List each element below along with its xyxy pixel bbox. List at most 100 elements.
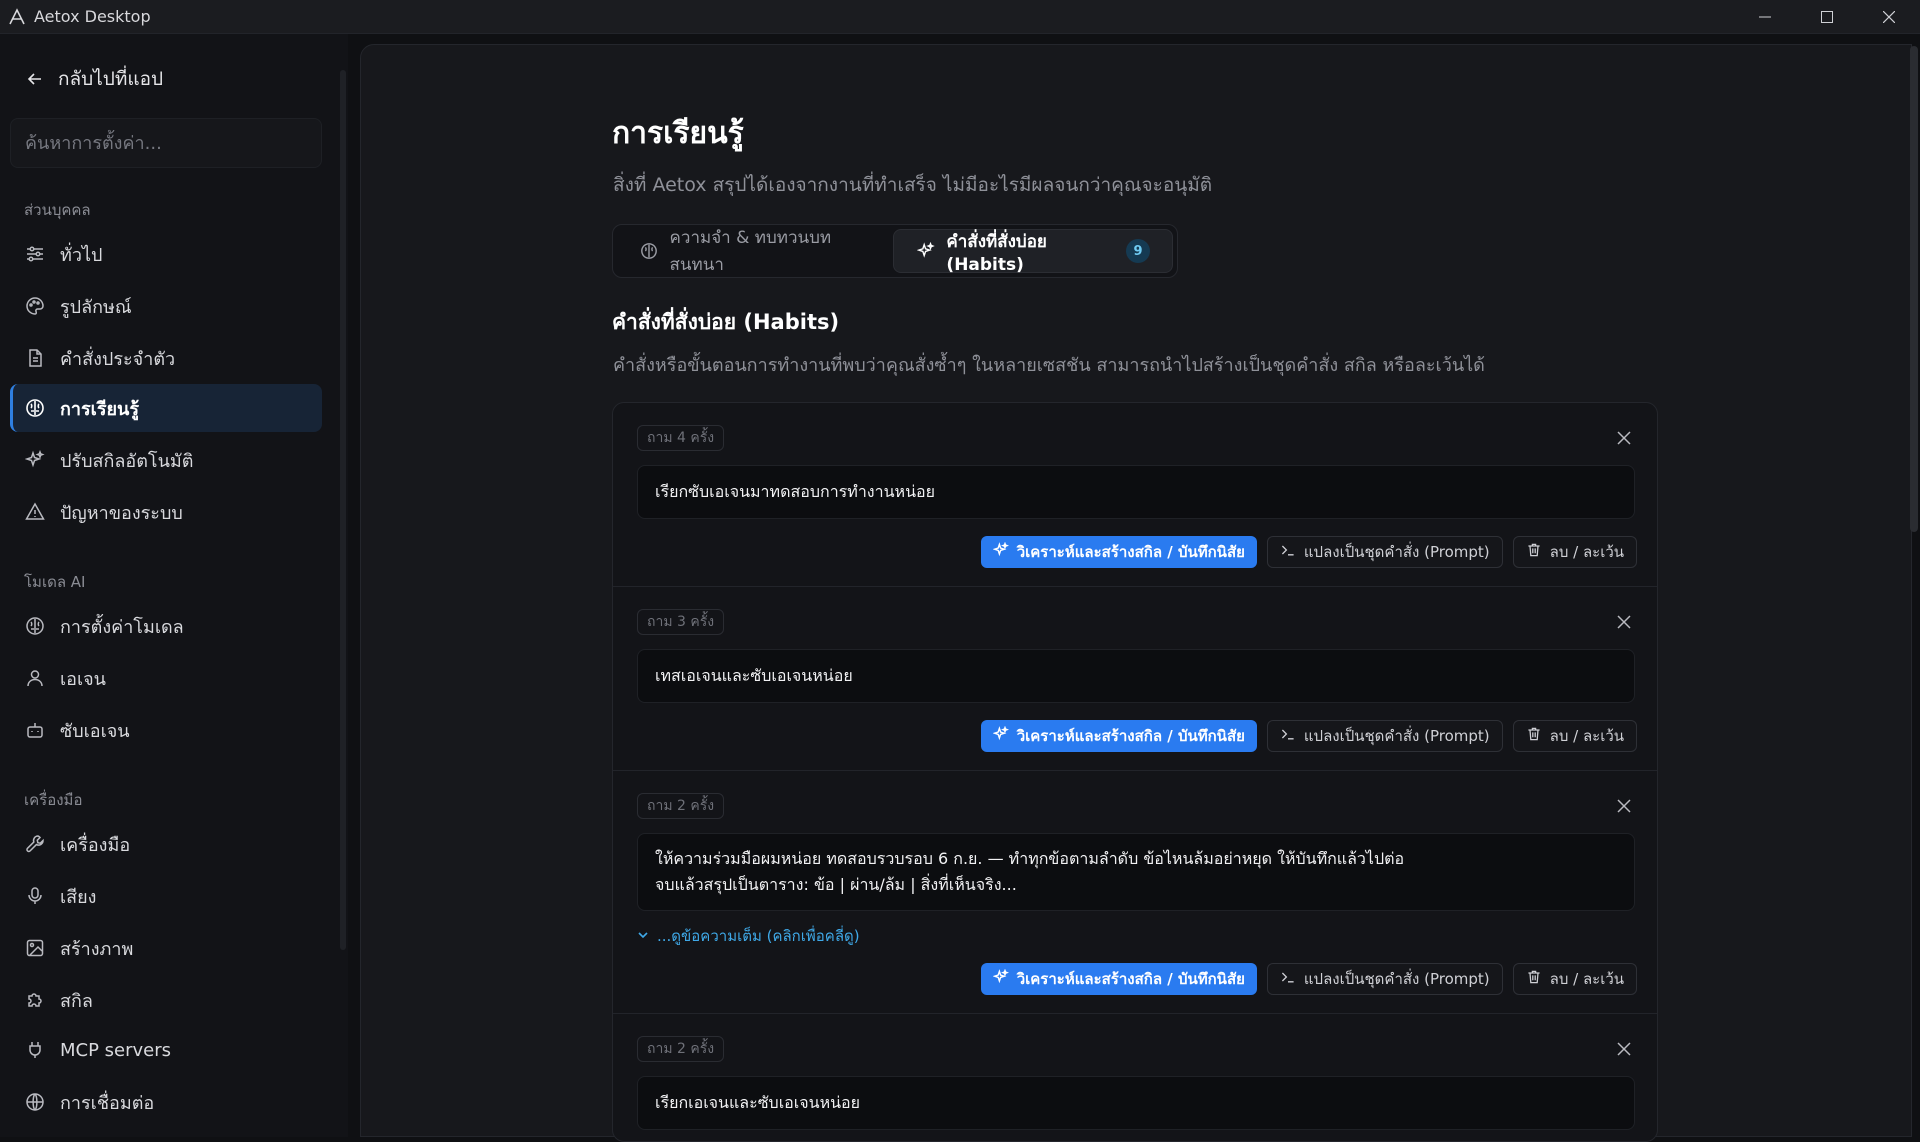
tab-memory-review[interactable]: ความจำ & ทบทวนบทสนทนา (617, 228, 893, 275)
delete-ignore-button[interactable]: ลบ / ละเว้น (1512, 536, 1637, 568)
sidebar-item-general[interactable]: ทั่วไป (10, 230, 322, 278)
habit-prompt-text: เรียกซับเอเจนมาทดสอบการทำงานหน่อย (637, 465, 1635, 519)
terminal-icon (1280, 542, 1296, 562)
plug-icon (24, 1039, 46, 1061)
sidebar-item-connections[interactable]: การเชื่อมต่อ (10, 1078, 322, 1126)
ask-count-badge: ถาม 2 ครั้ง (637, 1036, 725, 1062)
sidebar-item-image-generation[interactable]: สร้างภาพ (10, 924, 322, 972)
sidebar-item-label: เครื่องมือ (60, 834, 131, 856)
close-window-icon[interactable] (1858, 0, 1920, 34)
trash-icon (1526, 969, 1542, 989)
minimize-icon[interactable] (1734, 0, 1796, 34)
sidebar-item-skills[interactable]: สกิล (10, 976, 322, 1024)
delete-label: ลบ / ละเว้น (1549, 970, 1624, 988)
habit-prompt-line: เทสเอเจนและซับเอเจนหน่อย (655, 666, 853, 685)
section-label-personal: ส่วนบุคคล (24, 201, 91, 219)
sidebar-item-label: เอเจน (60, 668, 106, 690)
close-icon[interactable] (1611, 793, 1637, 819)
sidebar-item-custom-instructions[interactable]: คำสั่งประจำตัว (10, 334, 322, 382)
expand-label: ...ดูข้อความเต็ม (คลิกเพื่อคลี่ดู) (657, 927, 860, 945)
close-icon[interactable] (1611, 1036, 1637, 1062)
back-to-app-link[interactable]: กลับไปที่แอป (24, 64, 163, 94)
section-label-tools: เครื่องมือ (24, 791, 83, 809)
globe-icon (24, 1091, 46, 1113)
habit-actions: วิเคราะห์และสร้างสกิล / บันทึกนิสัย แปลง… (980, 536, 1637, 568)
delete-label: ลบ / ละเว้น (1549, 543, 1624, 561)
delete-ignore-button[interactable]: ลบ / ละเว้น (1512, 720, 1637, 752)
ask-count-badge: ถาม 3 ครั้ง (637, 609, 725, 635)
document-icon (24, 347, 46, 369)
page-title: การเรียนรู้ (612, 116, 744, 151)
convert-prompt-button[interactable]: แปลงเป็นชุดคำสั่ง (Prompt) (1266, 720, 1503, 752)
analyze-skill-button[interactable]: วิเคราะห์และสร้างสกิล / บันทึกนิสัย (980, 720, 1257, 752)
analyze-skill-button[interactable]: วิเคราะห์และสร้างสกิล / บันทึกนิสัย (980, 536, 1257, 568)
sparkles-icon (992, 541, 1009, 562)
title-bar: Aetox Desktop (0, 0, 1920, 34)
trash-icon (1526, 542, 1542, 562)
close-icon[interactable] (1611, 425, 1637, 451)
sidebar-item-tools[interactable]: เครื่องมือ (10, 820, 322, 868)
analyze-label: วิเคราะห์และสร้างสกิล / บันทึกนิสัย (1016, 970, 1245, 988)
sidebar-item-label: รูปลักษณ์ (60, 296, 132, 318)
content-scrollbar[interactable] (1910, 46, 1918, 532)
sidebar-item-label: สกิล (60, 990, 93, 1012)
convert-prompt-button[interactable]: แปลงเป็นชุดคำสั่ง (Prompt) (1266, 536, 1503, 568)
ask-count-badge: ถาม 4 ครั้ง (637, 425, 725, 451)
bot-icon (24, 719, 46, 741)
terminal-icon (1280, 969, 1296, 989)
section-label-ai-models: โมเดล AI (24, 573, 86, 591)
sidebar-item-agent[interactable]: เอเจน (10, 654, 322, 702)
habit-card: ถาม 2 ครั้ง เรียกเอเจนและซับเอเจนหน่อย (613, 1014, 1657, 1141)
brain-icon (639, 240, 660, 262)
sidebar-item-model-settings[interactable]: การตั้งค่าโมเดล (10, 602, 322, 650)
convert-label: แปลงเป็นชุดคำสั่ง (Prompt) (1303, 970, 1490, 988)
warning-icon (24, 501, 46, 523)
brain-icon (24, 615, 46, 637)
sidebar-item-label: การตั้งค่าโมเดล (60, 616, 184, 638)
sparkles-icon (916, 240, 936, 262)
sidebar-item-learning[interactable]: การเรียนรู้ (10, 384, 322, 432)
user-icon (24, 667, 46, 689)
convert-prompt-button[interactable]: แปลงเป็นชุดคำสั่ง (Prompt) (1266, 963, 1503, 995)
sidebar-item-label: MCP servers (60, 1039, 172, 1061)
settings-sidebar: กลับไปที่แอป ส่วนบุคคล ทั่วไป รูปลักษณ์ … (0, 34, 348, 1137)
sidebar-item-appearance[interactable]: รูปลักษณ์ (10, 282, 322, 330)
habit-prompt-text: เรียกเอเจนและซับเอเจนหน่อย (637, 1076, 1635, 1130)
convert-label: แปลงเป็นชุดคำสั่ง (Prompt) (1303, 543, 1490, 561)
app-logo-icon (0, 0, 34, 34)
sidebar-item-subagent[interactable]: ซับเอเจน (10, 706, 322, 754)
section-description: คำสั่งหรือขั้นตอนการทำงานที่พบว่าคุณสั่ง… (613, 355, 1485, 376)
sidebar-item-label: ปรับสกิลอัตโนมัติ (60, 450, 194, 472)
sidebar-item-voice[interactable]: เสียง (10, 872, 322, 920)
habit-card: ถาม 4 ครั้ง เรียกซับเอเจนมาทดสอบการทำงาน… (613, 403, 1657, 587)
chevron-down-icon (637, 927, 649, 945)
puzzle-icon (24, 989, 46, 1011)
habit-prompt-text: ให้ความร่วมมือผมหน่อย ทดสอบรวบรอบ 6 ก.ย.… (637, 833, 1635, 911)
tab-label: คำสั่งที่สั่งบ่อย (Habits) (946, 231, 1047, 275)
window-title: Aetox Desktop (34, 7, 151, 26)
sidebar-item-system-issues[interactable]: ปัญหาของระบบ (10, 488, 322, 536)
habit-card: ถาม 2 ครั้ง ให้ความร่วมมือผมหน่อย ทดสอบร… (613, 771, 1657, 1014)
sidebar-item-label: ทั่วไป (60, 244, 103, 266)
image-icon (24, 937, 46, 959)
close-icon[interactable] (1611, 609, 1637, 635)
section-title: คำสั่งที่สั่งบ่อย (Habits) (612, 310, 840, 334)
habits-count-badge: 9 (1126, 239, 1150, 263)
expand-full-text-link[interactable]: ...ดูข้อความเต็ม (คลิกเพื่อคลี่ดู) (637, 924, 860, 948)
maximize-icon[interactable] (1796, 0, 1858, 34)
convert-label: แปลงเป็นชุดคำสั่ง (Prompt) (1303, 727, 1490, 745)
sidebar-item-auto-skill[interactable]: ปรับสกิลอัตโนมัติ (10, 436, 322, 484)
tab-label: ความจำ & ทบทวนบทสนทนา (669, 228, 832, 275)
sidebar-item-label: การเชื่อมต่อ (60, 1092, 155, 1114)
sidebar-item-label: ซับเอเจน (60, 720, 130, 742)
tab-habits[interactable]: คำสั่งที่สั่งบ่อย (Habits) 9 (893, 229, 1173, 275)
sparkles-icon (992, 725, 1009, 746)
delete-ignore-button[interactable]: ลบ / ละเว้น (1512, 963, 1637, 995)
sidebar-scrollbar[interactable] (340, 70, 346, 950)
analyze-skill-button[interactable]: วิเคราะห์และสร้างสกิล / บันทึกนิสัย (980, 963, 1257, 995)
back-label: กลับไปที่แอป (58, 68, 164, 90)
sidebar-item-mcp-servers[interactable]: MCP servers (10, 1026, 322, 1074)
settings-search-input[interactable] (10, 118, 322, 168)
terminal-icon (1280, 726, 1296, 746)
trash-icon (1526, 726, 1542, 746)
